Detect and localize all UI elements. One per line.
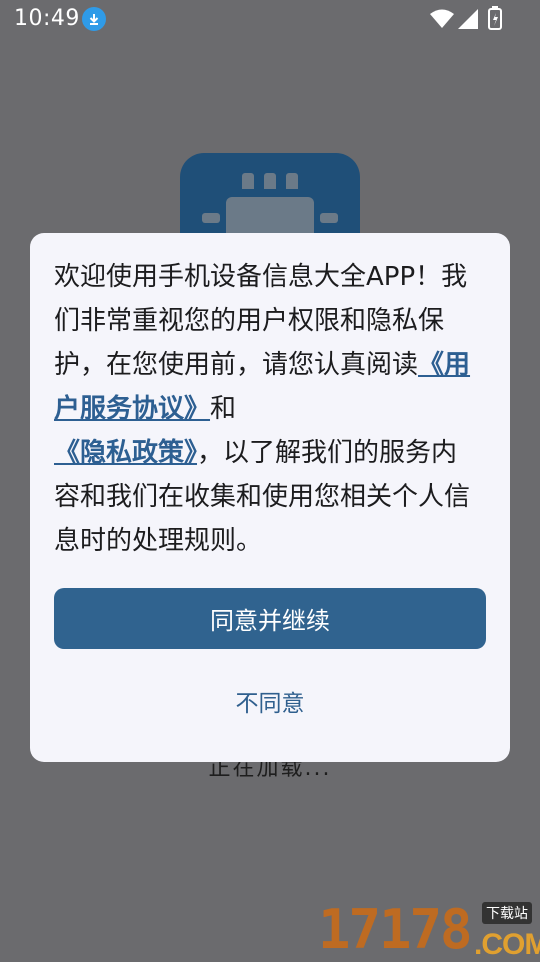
privacy-policy-link[interactable]: 《隐私政策》: [54, 438, 197, 468]
signal-icon: [458, 9, 478, 33]
watermark-logo: 17178 下载站 .COM: [318, 898, 540, 962]
status-bar: 10:49: [0, 0, 540, 40]
agree-button[interactable]: 同意并继续: [54, 588, 486, 649]
disagree-button[interactable]: 不同意: [54, 677, 486, 725]
message-intro: 欢迎使用手机设备信息大全APP！我们非常重视您的用户权限和隐私保护，在您使用前，…: [54, 262, 468, 380]
download-notification-icon: [82, 7, 106, 31]
wifi-icon: [430, 9, 454, 33]
watermark-number: 17178: [318, 898, 473, 961]
watermark-tag: 下载站: [482, 902, 532, 924]
battery-icon: [488, 6, 502, 34]
privacy-dialog: 欢迎使用手机设备信息大全APP！我们非常重视您的用户权限和隐私保护，在您使用前，…: [30, 233, 510, 762]
dialog-message: 欢迎使用手机设备信息大全APP！我们非常重视您的用户权限和隐私保护，在您使用前，…: [54, 255, 474, 563]
message-and: 和: [210, 394, 237, 424]
status-time: 10:49: [14, 6, 80, 31]
watermark-domain: .COM: [474, 928, 540, 961]
